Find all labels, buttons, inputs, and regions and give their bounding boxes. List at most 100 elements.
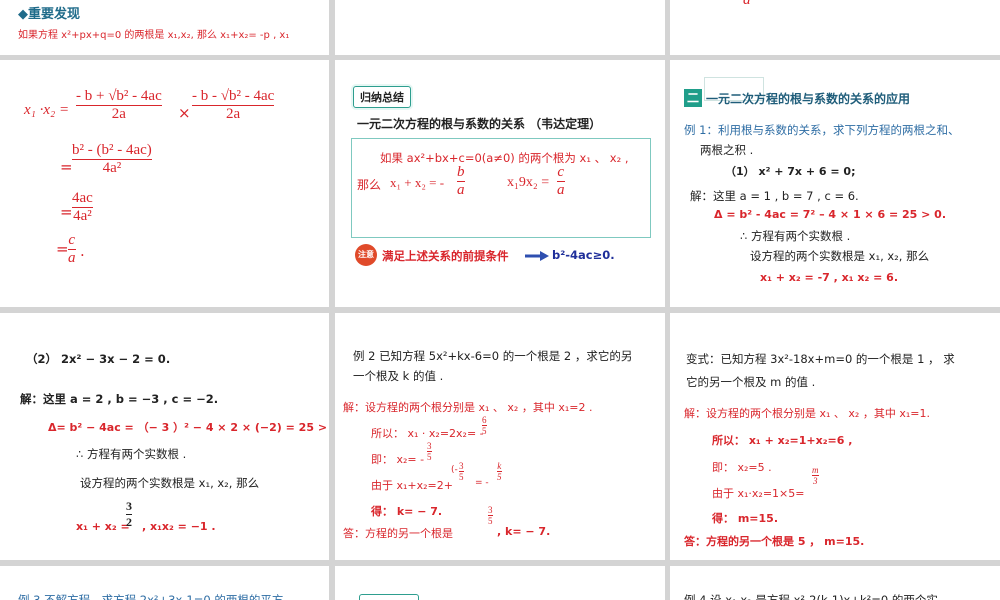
- root1-fraction: - b + √b² - 4ac 2a: [76, 88, 162, 123]
- example1-text: 例 1：利用根与系数的关系，求下列方程的两根之和、: [684, 122, 959, 138]
- root2-fraction: - b - √b² - 4ac 2a: [192, 88, 275, 123]
- sum-line: 所以： x₁ + x₂=1+x₂=6 ,: [712, 434, 853, 447]
- two-roots-line: ∴ 方程有两个实数根 .: [740, 229, 851, 243]
- numerator: c: [557, 164, 565, 180]
- product-lhs: x₁9x₂ =: [507, 175, 550, 190]
- answer-line: 答：方程的另一个根是 5 ， m=15.: [684, 535, 865, 548]
- step3-fraction: 4ac 4a²: [72, 190, 93, 225]
- denominator: a: [68, 250, 76, 266]
- x2-line: 即： x₂=5 .: [712, 461, 772, 474]
- x2-fraction: 35: [427, 441, 432, 462]
- sum-fraction: 35: [459, 461, 464, 482]
- product-line: 所以： x₁ · x₂=2x₂= -: [371, 427, 484, 440]
- slide-12: 例 4 设 x₁,x₂ 是方程 x²-2(k-1)x+k²=0 的两个实: [670, 566, 1000, 600]
- equals-sign: =: [56, 240, 69, 258]
- denominator: a: [557, 182, 565, 198]
- denominator: 5: [427, 452, 432, 462]
- answer-line: 答：方程的另一个根是: [343, 527, 453, 540]
- then-label: 那么: [357, 178, 382, 192]
- summary-tag: 归纳总结: [353, 86, 411, 108]
- numerator: 3: [488, 505, 493, 515]
- sum-line: 由于 x₁+x₂=2+: [371, 479, 453, 492]
- example1-line2: 两根之积 .: [700, 143, 754, 157]
- m-fraction: m3: [812, 465, 819, 486]
- denominator: 5: [497, 472, 502, 482]
- numerator: 4ac: [72, 190, 93, 206]
- fraction-fragment: a: [743, 0, 751, 8]
- result-fraction: ca: [68, 232, 76, 267]
- denominator: 4a²: [73, 208, 92, 224]
- discovery-text: 如果方程 x²+px+q=0 的两根是 x₁,x₂, 那么 x₁+x₂= -p …: [18, 30, 290, 41]
- arrow-right-icon: [525, 250, 549, 264]
- tag-box: [359, 594, 419, 600]
- numerator: - b - √b² - 4ac: [192, 88, 275, 104]
- example2-line2: 一个根及 k 的值 .: [353, 369, 444, 383]
- let-roots-line: 设方程的两个实数根是 x₁, x₂, 那么: [750, 249, 930, 263]
- slide-6: 二 一元二次方程的根与系数的关系的应用 例 1：利用根与系数的关系，求下列方程的…: [670, 60, 1000, 307]
- example2-text: 例 2 已知方程 5x²+kx-6=0 的一个根是 2 ，求它的另: [353, 349, 633, 363]
- denominator: 2: [126, 515, 132, 529]
- sum-result: x₁ + x₂ =: [76, 520, 130, 533]
- answer-fraction: 35: [488, 505, 493, 526]
- denominator: 5: [482, 426, 487, 436]
- solution-line: 解：设方程的两个根分别是 x₁ 、 x₂ ，其中 x₁=2 .: [343, 401, 593, 414]
- numerator: 3: [126, 499, 132, 513]
- variant-text: 变式：已知方程 3x²-18x+m=0 的一个根是 1 ， 求: [686, 352, 955, 366]
- equation-1: （1） x² + 7x + 6 = 0;: [725, 165, 856, 178]
- denominator: 2a: [111, 106, 126, 122]
- attention-icon: 注意: [355, 244, 377, 266]
- numerator: 6: [482, 415, 487, 425]
- theorem-title: 一元二次方程的根与系数的关系 （韦达定理）: [357, 117, 602, 131]
- theorem-line1: 如果 ax²+bx+c=0(a≠0) 的两个根为 x₁ 、 x₂ ,: [380, 151, 629, 165]
- slide-11: [335, 566, 665, 600]
- sum-fraction: ba: [457, 164, 465, 199]
- k-fraction: k5: [497, 461, 502, 482]
- numerator: c: [68, 232, 76, 248]
- slide-10: 例 3 不解方程，求方程 2x²+3x-1=0 的两根的平方: [0, 566, 329, 600]
- slide-7: （2） 2x² − 3x − 2 = 0. 解：这里 a = 2 , b = −…: [0, 313, 329, 560]
- solution-line: 解：这里 a = 1 , b = 7 , c = 6.: [690, 189, 859, 203]
- delta-line: Δ = b² - 4ac = 7² – 4 × 1 × 6 = 25 > 0.: [714, 208, 947, 221]
- numerator: - b + √b² - 4ac: [76, 88, 162, 104]
- product-line: 由于 x₁·x₂=1×5=: [712, 487, 805, 500]
- denominator: 4a²: [102, 160, 122, 176]
- slide-3: a: [670, 0, 1000, 55]
- let-roots-line: 设方程的两个实数根是 x₁, x₂, 那么: [80, 476, 260, 490]
- example3-text: 例 3 不解方程，求方程 2x²+3x-1=0 的两根的平方: [18, 593, 284, 600]
- section-title: 一元二次方程的根与系数的关系的应用: [706, 92, 911, 106]
- numerator: k: [497, 461, 502, 471]
- equation-2: （2） 2x² − 3x − 2 = 0.: [26, 352, 171, 366]
- section-heading: ◆重要发现: [18, 7, 80, 22]
- solution-line: 解：这里 a = 2 , b = −3 , c = −2.: [20, 392, 219, 406]
- product-fraction: 65: [482, 415, 487, 436]
- denominator: 5: [488, 516, 493, 526]
- denominator: a: [457, 182, 465, 198]
- solution-line: 解：设方程的两个根分别是 x₁ 、 x₂ ，其中 x₁=1.: [684, 407, 930, 420]
- example1-line: 例 1：利用根与系数的关系，求下列方程的两根之和、: [684, 123, 960, 137]
- slide-5: 归纳总结 一元二次方程的根与系数的关系 （韦达定理） 如果 ax²+bx+c=0…: [335, 60, 665, 307]
- variant-line2: 它的另一个根及 m 的值 .: [686, 375, 816, 389]
- slide-4: x₁ ·x₂ = - b + √b² - 4ac 2a × - b - √b² -…: [0, 60, 329, 307]
- example4-text: 例 4 设 x₁,x₂ 是方程 x²-2(k-1)x+k²=0 的两个实: [684, 593, 938, 600]
- slide-8: 例 2 已知方程 5x²+kx-6=0 的一个根是 2 ，求它的另 一个根及 k…: [335, 313, 665, 560]
- x2-line: 即： x₂= -: [371, 453, 425, 466]
- times-sign: ×: [178, 104, 191, 122]
- numerator: b: [457, 164, 465, 180]
- denominator: 2a: [226, 106, 241, 122]
- step2-fraction: b² - (b² - 4ac) 4a²: [72, 142, 152, 177]
- m-result: 得： m=15.: [712, 512, 778, 525]
- answer-k: , k= − 7.: [497, 525, 551, 538]
- section-number: 二: [684, 89, 702, 107]
- numerator: 3: [427, 441, 432, 451]
- product-fraction: ca: [557, 164, 565, 199]
- numerator: 3: [459, 461, 464, 471]
- discriminant-condition: b²-4ac≥0.: [552, 248, 615, 262]
- delta-line: Δ= b² − 4ac = （− 3 ）² − 4 × 2 × (−2) = 2…: [48, 421, 329, 434]
- slide-9: 变式：已知方程 3x²-18x+m=0 的一个根是 1 ， 求 它的另一个根及 …: [670, 313, 1000, 560]
- equals-sign: =: [60, 203, 73, 221]
- equals-minus: = -: [475, 478, 489, 488]
- sum-lhs: x₁ + x₂ = -: [390, 175, 445, 190]
- result-line: x₁ + x₂ = -7 , x₁ x₂ = 6.: [760, 271, 898, 284]
- period: .: [80, 242, 85, 260]
- numerator: m: [812, 465, 819, 475]
